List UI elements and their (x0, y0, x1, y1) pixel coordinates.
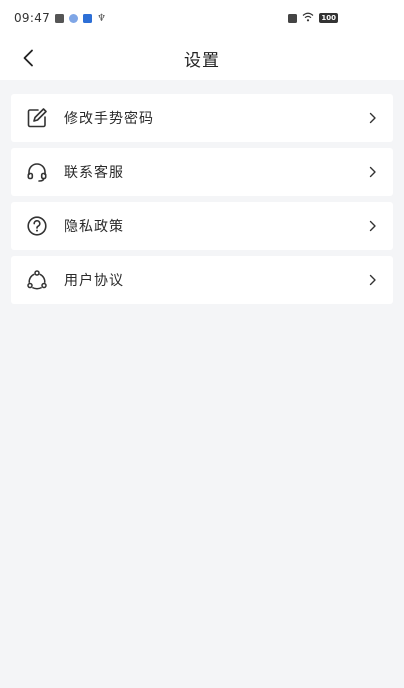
menu-item-contact-support[interactable]: 联系客服 (11, 148, 393, 196)
question-icon (25, 214, 49, 238)
notification-icon (55, 13, 65, 23)
message-icon (83, 13, 93, 23)
status-time: 09:47 (14, 11, 51, 25)
menu-item-label: 用户协议 (64, 273, 124, 289)
chevron-right-icon (367, 112, 379, 124)
chevron-left-icon (23, 49, 33, 67)
menu-item-user-agreement[interactable]: 用户协议 (11, 256, 393, 304)
app-notification-icon (69, 13, 79, 23)
menu-item-change-gesture-password[interactable]: 修改手势密码 (11, 94, 393, 142)
status-right: 100 (288, 11, 338, 25)
edit-icon (25, 106, 49, 130)
share-icon (25, 268, 49, 292)
status-left: 09:47 ♆ (14, 11, 106, 25)
settings-list: 修改手势密码 联系客服 隐私政策 用户协议 (0, 80, 404, 304)
chevron-right-icon (367, 166, 379, 178)
menu-item-privacy-policy[interactable]: 隐私政策 (11, 202, 393, 250)
sim-icon (288, 13, 298, 23)
nav-header: 设置 (0, 38, 404, 78)
battery-icon: 100 (319, 13, 338, 23)
chevron-right-icon (367, 274, 379, 286)
menu-item-label: 修改手势密码 (64, 111, 154, 127)
back-button[interactable] (16, 46, 40, 70)
top-area: 09:47 ♆ 100 设置 (0, 0, 404, 80)
chevron-right-icon (367, 220, 379, 232)
menu-item-label: 联系客服 (64, 165, 124, 181)
menu-item-label: 隐私政策 (64, 219, 124, 235)
usb-icon: ♆ (97, 12, 107, 24)
page-title: 设置 (184, 50, 220, 71)
wifi-icon (302, 11, 314, 25)
status-bar: 09:47 ♆ 100 (0, 0, 404, 36)
headset-icon (25, 160, 49, 184)
